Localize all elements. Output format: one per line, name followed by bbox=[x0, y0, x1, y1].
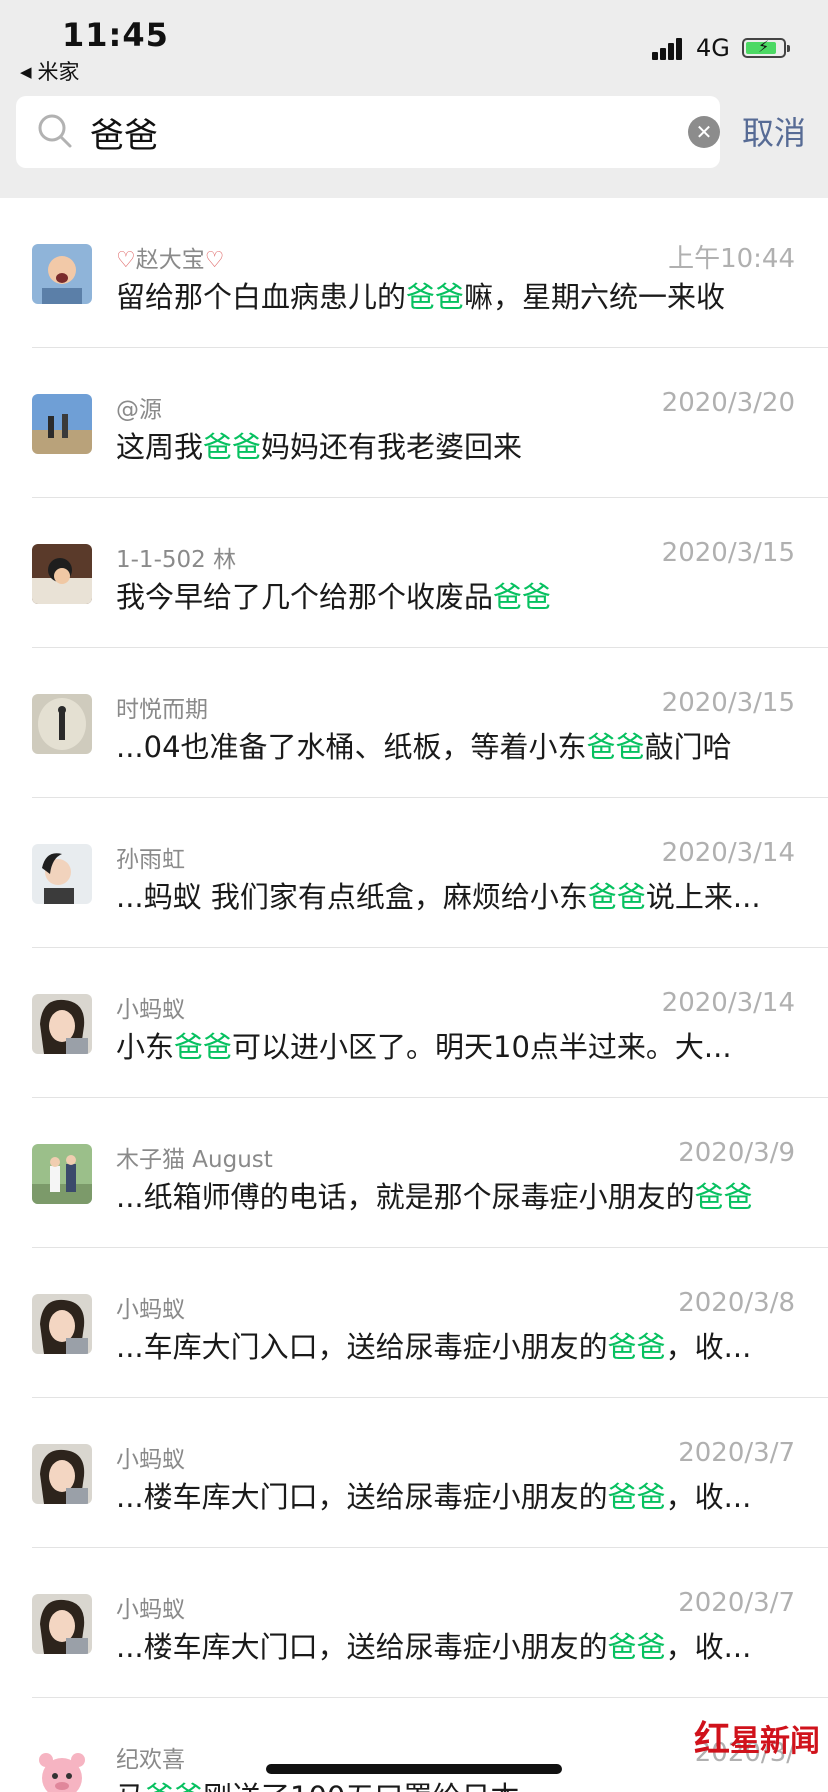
avatar bbox=[32, 1144, 92, 1204]
keyword-highlight: 爸爸 bbox=[406, 280, 465, 314]
message-snippet: ...蚂蚁 我们家有点纸盒，麻烦给小东爸爸说上来... bbox=[116, 880, 761, 914]
home-indicator[interactable] bbox=[266, 1764, 562, 1774]
list-item[interactable]: 小蚂蚁 2020/3/7 ...楼车库大门口，送给尿毒症小朋友的爸爸，收... bbox=[0, 1398, 828, 1548]
search-header: 11:45 ◀ 米家 4G ⚡ ✕ 取消 bbox=[0, 0, 828, 198]
message-time: 2020/3/15 bbox=[661, 538, 795, 568]
list-item[interactable]: @源 2020/3/20 这周我爸爸妈妈还有我老婆回来 bbox=[0, 348, 828, 498]
message-time: 2020/3/7 bbox=[678, 1588, 795, 1618]
list-item[interactable]: ♡赵大宝♡ 上午10:44 留给那个白血病患儿的爸爸嘛，星期六统一来收 bbox=[0, 198, 828, 348]
keyword-highlight: 爸爸 bbox=[586, 730, 645, 764]
message-snippet: 马爸爸刚送了100五口罩给日本 bbox=[116, 1774, 796, 1792]
message-snippet: ...楼车库大门口，送给尿毒症小朋友的爸爸，收... bbox=[116, 1480, 752, 1514]
avatar bbox=[32, 394, 92, 454]
keyword-highlight: 爸爸 bbox=[145, 1780, 203, 1792]
message-time: 2020/3/14 bbox=[661, 838, 795, 868]
list-item[interactable]: 小蚂蚁 2020/3/8 ...车库大门入口，送给尿毒症小朋友的爸爸，收... bbox=[0, 1248, 828, 1398]
list-item[interactable]: 孙雨虹 2020/3/14 ...蚂蚁 我们家有点纸盒，麻烦给小东爸爸说上来..… bbox=[0, 798, 828, 948]
message-snippet: 小东爸爸可以进小区了。明天10点半过来。大... bbox=[116, 1030, 732, 1064]
keyword-highlight: 爸爸 bbox=[607, 1330, 666, 1364]
message-time: 2020/3/14 bbox=[661, 988, 795, 1018]
back-arrow-icon: ◀ bbox=[20, 63, 32, 81]
message-snippet: 留给那个白血病患儿的爸爸嘛，星期六统一来收 bbox=[116, 280, 726, 314]
sender-name: 时悦而期 bbox=[116, 697, 208, 723]
message-snippet: ...车库大门入口，送给尿毒症小朋友的爸爸，收... bbox=[116, 1330, 752, 1364]
list-item[interactable]: 木子猫 August 2020/3/9 ...纸箱师傅的电话，就是那个尿毒症小朋… bbox=[0, 1098, 828, 1248]
back-app-label: 米家 bbox=[37, 60, 80, 84]
sender-name: 孙雨虹 bbox=[116, 847, 185, 873]
keyword-highlight: 爸爸 bbox=[694, 1180, 753, 1214]
keyword-highlight: 爸爸 bbox=[607, 1630, 666, 1664]
avatar bbox=[32, 1744, 92, 1792]
heart-icon: ♡ bbox=[116, 248, 136, 273]
sender-name: @源 bbox=[116, 397, 162, 423]
sender-name: ♡赵大宝♡ bbox=[116, 247, 225, 273]
status-time: 11:45 bbox=[62, 16, 169, 54]
avatar bbox=[32, 994, 92, 1054]
sender-name: 1-1-502 林 bbox=[116, 547, 237, 573]
list-item[interactable]: 时悦而期 2020/3/15 ...04也准备了水桶、纸板，等着小东爸爸敲门哈 bbox=[0, 648, 828, 798]
keyword-highlight: 爸爸 bbox=[174, 1030, 233, 1064]
sender-name: 小蚂蚁 bbox=[116, 1447, 185, 1473]
heart-icon: ♡ bbox=[204, 248, 225, 273]
search-bar[interactable]: ✕ bbox=[16, 96, 720, 168]
battery-charging-icon: ⚡ bbox=[742, 37, 790, 58]
search-results-screen: 11:45 ◀ 米家 4G ⚡ ✕ 取消 bbox=[0, 0, 828, 1792]
message-time: 2020/3/15 bbox=[661, 688, 795, 718]
avatar bbox=[32, 244, 92, 304]
network-type: 4G bbox=[696, 34, 730, 62]
search-icon bbox=[38, 114, 72, 148]
watermark-logo: 红星新闻 bbox=[693, 1718, 820, 1760]
avatar bbox=[32, 694, 92, 754]
list-item[interactable]: 1-1-502 林 2020/3/15 我今早给了几个给那个收废品爸爸 bbox=[0, 498, 828, 648]
message-time: 2020/3/7 bbox=[678, 1438, 795, 1468]
avatar bbox=[32, 544, 92, 604]
sender-name: 小蚂蚁 bbox=[116, 1297, 185, 1323]
cancel-button[interactable]: 取消 bbox=[742, 108, 806, 154]
message-snippet: 我今早给了几个给那个收废品爸爸 bbox=[116, 580, 552, 614]
keyword-highlight: 爸爸 bbox=[203, 430, 262, 464]
sender-name: 小蚂蚁 bbox=[116, 997, 185, 1023]
results-list: ♡赵大宝♡ 上午10:44 留给那个白血病患儿的爸爸嘛，星期六统一来收 @源 2… bbox=[0, 198, 828, 1792]
list-item[interactable]: 小蚂蚁 2020/3/14 小东爸爸可以进小区了。明天10点半过来。大... bbox=[0, 948, 828, 1098]
cellular-signal-icon bbox=[652, 36, 688, 60]
message-time: 2020/3/9 bbox=[678, 1138, 795, 1168]
sender-name: 纪欢喜 bbox=[116, 1747, 185, 1773]
message-time: 2020/3/20 bbox=[661, 388, 795, 418]
message-snippet: ...04也准备了水桶、纸板，等着小东爸爸敲门哈 bbox=[116, 730, 732, 764]
avatar bbox=[32, 1594, 92, 1654]
keyword-highlight: 爸爸 bbox=[493, 580, 552, 614]
avatar bbox=[32, 1444, 92, 1504]
keyword-highlight: 爸爸 bbox=[587, 880, 646, 914]
message-time: 上午10:44 bbox=[668, 244, 795, 274]
sender-name: 木子猫 August bbox=[116, 1147, 273, 1173]
keyword-highlight: 爸爸 bbox=[607, 1480, 666, 1514]
message-snippet: ...楼车库大门口，送给尿毒症小朋友的爸爸，收... bbox=[116, 1630, 752, 1664]
avatar bbox=[32, 1294, 92, 1354]
message-time: 2020/3/8 bbox=[678, 1288, 795, 1318]
avatar bbox=[32, 844, 92, 904]
message-snippet: 这周我爸爸妈妈还有我老婆回来 bbox=[116, 430, 523, 464]
list-item[interactable]: 小蚂蚁 2020/3/7 ...楼车库大门口，送给尿毒症小朋友的爸爸，收... bbox=[0, 1548, 828, 1698]
message-snippet: ...纸箱师傅的电话，就是那个尿毒症小朋友的爸爸 bbox=[116, 1180, 753, 1214]
search-input[interactable] bbox=[90, 106, 650, 158]
back-to-app-link[interactable]: ◀ 米家 bbox=[20, 56, 80, 86]
sender-name: 小蚂蚁 bbox=[116, 1597, 185, 1623]
clear-search-icon[interactable]: ✕ bbox=[688, 116, 720, 148]
